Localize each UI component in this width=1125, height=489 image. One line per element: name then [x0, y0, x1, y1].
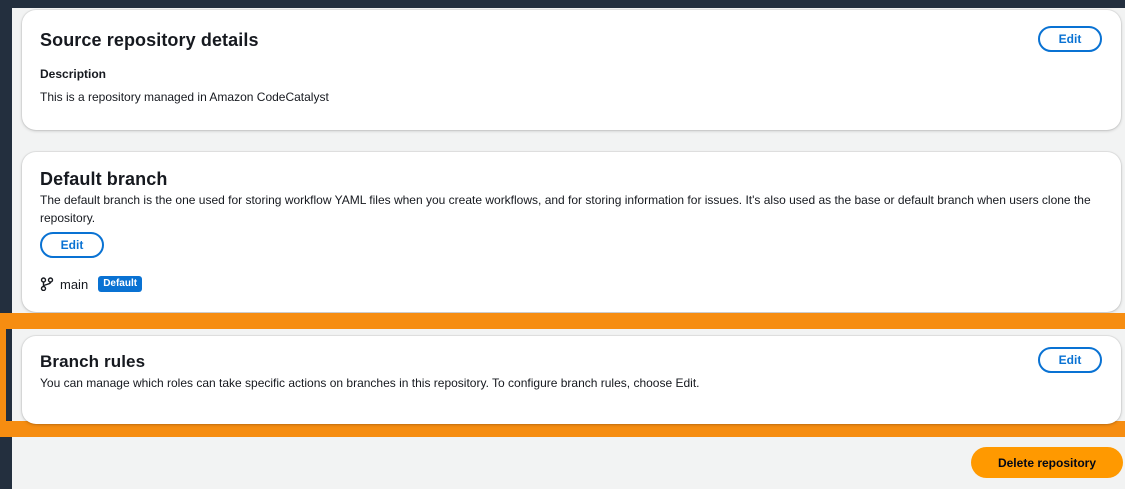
branch-name: main [60, 276, 89, 292]
branch-row: main Default [40, 276, 143, 292]
branch-rules-description: You can manage which roles can take spec… [40, 376, 700, 390]
branch-rules-edit-button[interactable]: Edit [1038, 347, 1102, 373]
description-label: Description [40, 67, 107, 81]
default-badge: Default [98, 276, 143, 292]
default-branch-title: Default branch [40, 169, 168, 189]
default-branch-edit-button[interactable]: Edit [40, 232, 104, 258]
branch-rules-title: Branch rules [40, 352, 146, 371]
source-details-title: Source repository details [40, 30, 259, 50]
top-frame [0, 0, 1125, 8]
highlight-top-border [0, 313, 1125, 329]
branch-rules-card: Branch rules Edit You can manage which r… [22, 336, 1121, 424]
default-branch-card: Default branch The default branch is the… [22, 152, 1121, 312]
highlight-left-border [0, 313, 6, 437]
description-text: This is a repository managed in Amazon C… [40, 90, 329, 104]
git-branch-icon [40, 277, 54, 291]
delete-repository-button[interactable]: Delete repository [971, 447, 1123, 478]
source-repository-details-card: Source repository details Edit Descripti… [22, 10, 1121, 130]
default-branch-description: The default branch is the one used for s… [40, 193, 1091, 225]
source-details-edit-button[interactable]: Edit [1038, 26, 1102, 52]
